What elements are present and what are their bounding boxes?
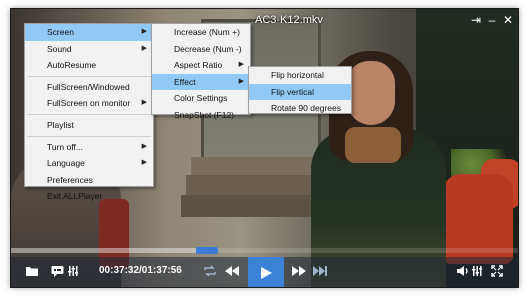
close-button[interactable]: ✕ <box>501 13 515 27</box>
menu-item-screen[interactable]: Screen ▶ <box>25 24 153 41</box>
menu-item-fullscreen-on-monitor[interactable]: FullScreen on monitor ▶ <box>25 95 153 112</box>
menu-item-rotate-90[interactable]: Rotate 90 degrees <box>249 100 351 117</box>
menu-item-increase[interactable]: Increase (Num +) <box>152 24 250 41</box>
submenu-arrow-icon: ▶ <box>141 28 147 35</box>
menu-item-playlist[interactable]: Playlist <box>25 117 153 134</box>
menu-item-flip-vertical[interactable]: Flip vertical <box>249 83 351 101</box>
menu-item-decrease[interactable]: Decrease (Num -) <box>152 41 250 58</box>
menu-separator <box>27 135 151 137</box>
submenu-arrow-icon: ▶ <box>141 159 147 167</box>
repeat-icon[interactable] <box>203 265 217 281</box>
menu-item-autoresume[interactable]: AutoResume <box>25 57 153 74</box>
submenu-arrow-icon: ▶ <box>141 142 147 150</box>
seek-bar-fill <box>11 248 207 253</box>
screen-submenu: Increase (Num +) Decrease (Num -) Aspect… <box>151 23 251 120</box>
submenu-arrow-icon: ▶ <box>238 61 244 69</box>
skip-end-icon[interactable] <box>312 265 328 281</box>
play-icon <box>261 267 272 279</box>
submenu-arrow-icon: ▶ <box>141 44 147 52</box>
menu-item-preferences[interactable]: Preferences <box>25 172 153 189</box>
rewind-icon[interactable] <box>224 265 240 281</box>
audio-eq-icon[interactable] <box>472 265 482 281</box>
window-title: AC3-K12.mkv <box>255 14 323 26</box>
fast-forward-icon[interactable] <box>291 265 307 281</box>
menu-item-effect[interactable]: Effect ▶ <box>152 73 250 91</box>
volume-icon[interactable] <box>456 265 470 281</box>
minimize-button[interactable]: – <box>485 13 499 27</box>
menu-separator <box>27 113 151 115</box>
menu-item-fullscreen-windowed[interactable]: FullScreen/Windowed <box>25 79 153 96</box>
menu-item-sound[interactable]: Sound ▶ <box>25 41 153 58</box>
menu-item-aspect-ratio[interactable]: Aspect Ratio ▶ <box>152 57 250 74</box>
context-menu: Screen ▶ Sound ▶ AutoResume FullScreen/Win… <box>24 23 154 201</box>
equalizer-icon[interactable] <box>68 265 78 281</box>
submenu-arrow-icon: ▶ <box>238 77 244 85</box>
pin-icon[interactable]: ⇥ <box>469 13 483 27</box>
time-display: 00:37:32/01:37:56 <box>99 265 182 276</box>
menu-item-color-settings[interactable]: Color Settings <box>152 90 250 107</box>
fullscreen-icon[interactable] <box>491 265 503 281</box>
menu-separator <box>27 75 151 77</box>
subtitles-icon[interactable] <box>51 265 64 281</box>
menu-item-language[interactable]: Language ▶ <box>25 155 153 172</box>
play-button[interactable] <box>248 257 284 287</box>
folder-icon[interactable] <box>25 265 39 281</box>
menu-item-flip-horizontal[interactable]: Flip horizontal <box>249 67 351 84</box>
submenu-arrow-icon: ▶ <box>141 99 147 107</box>
seek-bar[interactable] <box>11 247 518 254</box>
effect-submenu: Flip horizontal Flip vertical Rotate 90 … <box>248 66 352 114</box>
menu-item-exit[interactable]: Exit ALLPlayer <box>25 188 153 205</box>
menu-item-turn-off[interactable]: Turn off... ▶ <box>25 139 153 156</box>
seek-bar-thumb[interactable] <box>195 247 218 254</box>
menu-item-snapshot[interactable]: SnapShot (F12) <box>152 107 250 124</box>
